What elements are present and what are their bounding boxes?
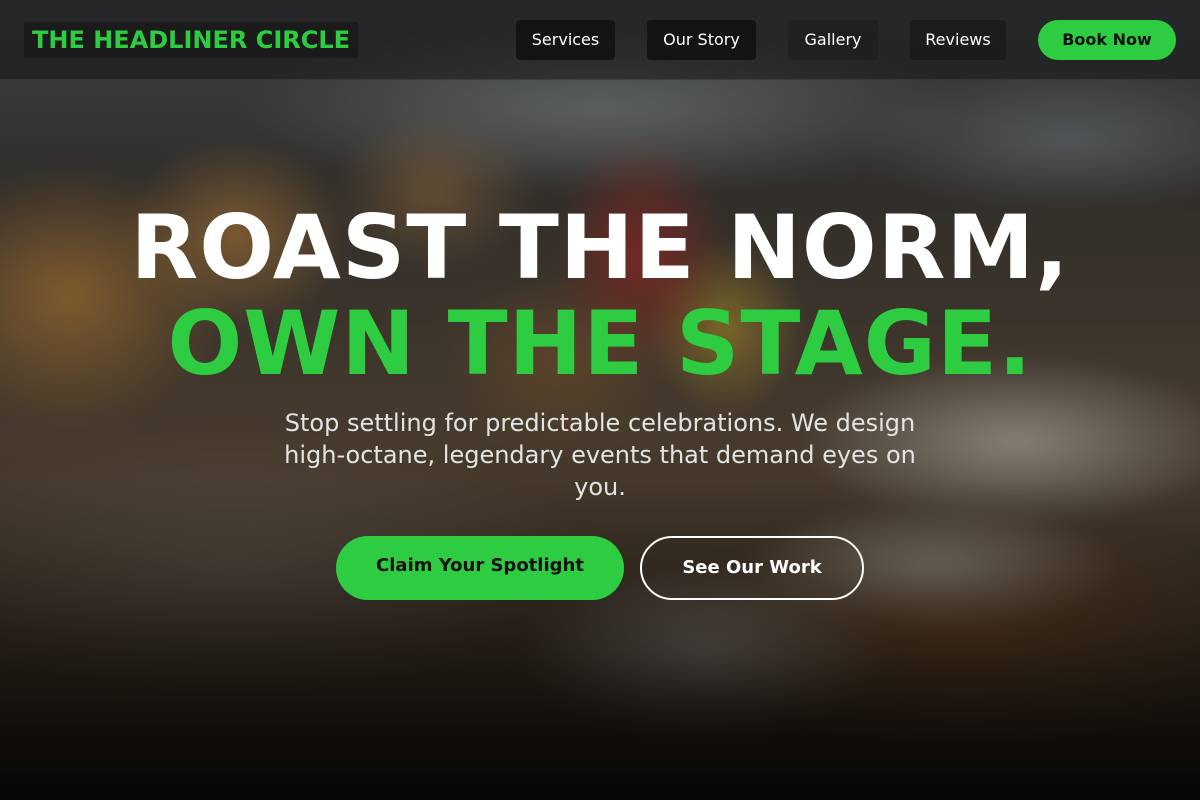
brand-logo[interactable]: THE HEADLINER CIRCLE — [24, 22, 359, 58]
site-header: THE HEADLINER CIRCLE Services Our Story … — [0, 0, 1200, 80]
hero-overlay — [0, 0, 1200, 800]
book-now-button[interactable]: Book Now — [1038, 20, 1176, 60]
nav-our-story[interactable]: Our Story — [647, 20, 756, 60]
hero-headline-line-2: OWN THE STAGE. — [167, 292, 1033, 395]
landing-page: THE HEADLINER CIRCLE Services Our Story … — [0, 0, 1200, 800]
see-our-work-button[interactable]: See Our Work — [640, 536, 864, 600]
nav-services[interactable]: Services — [516, 20, 615, 60]
nav-gallery[interactable]: Gallery — [788, 20, 878, 60]
nav-reviews[interactable]: Reviews — [910, 20, 1006, 60]
hero-subtitle: Stop settling for predictable celebratio… — [284, 409, 916, 501]
claim-spotlight-button[interactable]: Claim Your Spotlight — [336, 536, 624, 600]
hero-headline-line-1: ROAST THE NORM, — [130, 196, 1070, 299]
